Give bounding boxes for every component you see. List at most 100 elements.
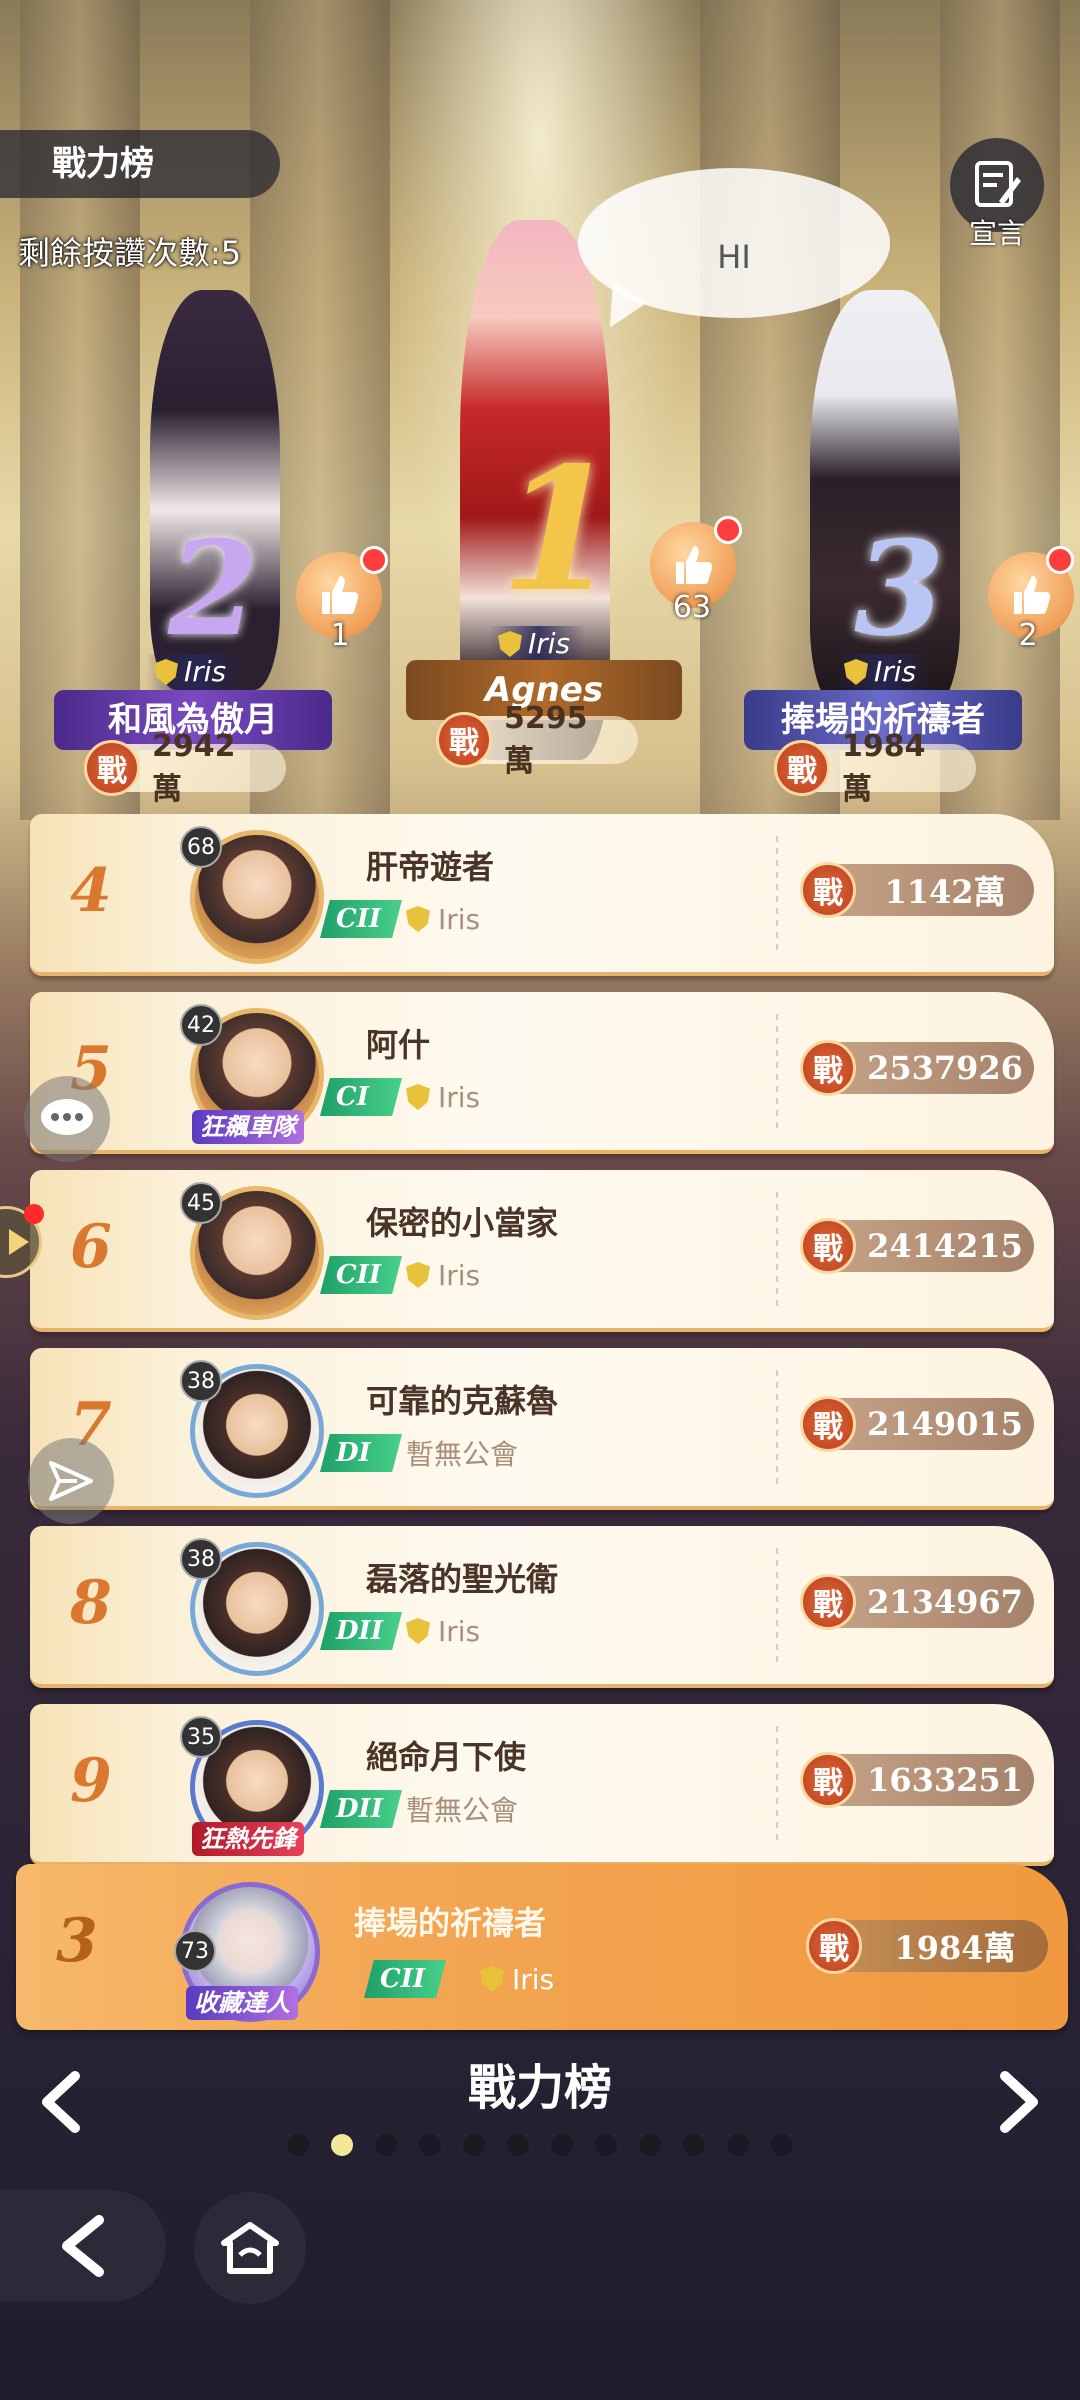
row-rank: 4 [70, 856, 112, 926]
power-icon: 戰 [800, 1574, 856, 1630]
leaderboard-title: 戰力榜 [467, 2060, 612, 2116]
chat-button[interactable] [24, 1076, 110, 1162]
power-value: 2537926 [867, 1049, 1023, 1087]
ranking-row[interactable]: 5 42 狂飆車隊 阿什 CI Iris 戰 2537926 [30, 992, 1054, 1154]
player-level: 68 [180, 826, 222, 868]
power-value: 1984萬 [842, 728, 926, 807]
play-arrow-icon [9, 1229, 29, 1255]
guild-name: 暫無公會 [406, 1794, 519, 1827]
power-icon: 戰 [774, 740, 830, 796]
power-icon: 戰 [436, 712, 492, 768]
page-dot[interactable] [507, 2134, 529, 2156]
guild-info: Iris [480, 1960, 554, 1998]
page-dot[interactable] [375, 2134, 397, 2156]
player-level: 38 [180, 1538, 222, 1580]
player-name: 捧場的祈禱者 [354, 1904, 547, 1942]
likes-remaining: 剩餘按讚次數:5 [18, 234, 242, 272]
guild-info: Iris [406, 1256, 480, 1294]
ranking-row[interactable]: 8 38 磊落的聖光衛 DII Iris 戰 2134967 [30, 1526, 1054, 1688]
home-button[interactable] [194, 2192, 306, 2304]
next-leaderboard-button[interactable] [990, 2070, 1050, 2133]
power-display: 戰 2537926 [800, 1040, 1034, 1096]
guild-info: Iris [406, 900, 480, 938]
power-value: 2414215 [867, 1227, 1023, 1265]
power-value: 1142萬 [884, 873, 1006, 911]
power-display: 戰 2134967 [800, 1574, 1034, 1630]
like-count: 1 [330, 618, 350, 653]
page-dot[interactable] [727, 2134, 749, 2156]
grade-badge: DI [320, 1434, 402, 1472]
grade-badge: CII [320, 1256, 402, 1294]
ranking-row[interactable]: 7 38 可靠的克蘇魯 DI 暫無公會 戰 2149015 [30, 1348, 1054, 1510]
podium-rank-number: 1 [500, 430, 619, 630]
power-icon: 戰 [800, 1752, 856, 1808]
title-badge: 狂熱先鋒 [192, 1822, 304, 1856]
grade-badge: CI [320, 1078, 402, 1116]
row-rank: 9 [70, 1746, 112, 1816]
player-name: 保密的小當家 [366, 1204, 559, 1242]
page-dot[interactable] [771, 2134, 793, 2156]
thumbs-up-icon [676, 546, 713, 584]
back-button[interactable] [0, 2190, 166, 2302]
page-dot[interactable] [463, 2134, 485, 2156]
speech-bubble-text: HI [717, 238, 751, 276]
grade-badge: CII [320, 900, 402, 938]
power-icon: 戰 [800, 862, 856, 918]
chat-bubble-icon [41, 1099, 93, 1135]
send-icon [49, 1461, 93, 1501]
divider [776, 1192, 778, 1310]
power-value: 2149015 [867, 1405, 1023, 1443]
share-button[interactable] [28, 1438, 114, 1524]
player-level: 35 [180, 1716, 222, 1758]
guild-name: Iris [512, 1962, 555, 1996]
power-icon: 戰 [806, 1918, 862, 1974]
page-dot[interactable] [595, 2134, 617, 2156]
page-dot[interactable] [287, 2134, 309, 2156]
power-display: 戰 2149015 [800, 1396, 1034, 1452]
power-value: 2942萬 [152, 728, 236, 807]
guild-tag: Iris [836, 654, 933, 690]
like-count: 63 [672, 590, 712, 625]
player-level: 38 [180, 1360, 222, 1402]
power-display: 戰 1142萬 [800, 862, 1034, 918]
player-level: 73 [174, 1930, 216, 1972]
ranking-row[interactable]: 4 68 肝帝遊者 CII Iris 戰 1142萬 [30, 814, 1054, 976]
power-value: 1984萬 [894, 1929, 1016, 1967]
page-dot[interactable] [683, 2134, 705, 2156]
declare-label: 宣言 [968, 217, 1025, 250]
guild-info: Iris [406, 1612, 480, 1650]
my-ranking-row[interactable]: 3 73 收藏達人 捧場的祈禱者 CII Iris 戰 1984萬 [16, 1864, 1068, 2030]
player-name: 絕命月下使 [366, 1738, 527, 1776]
divider [776, 836, 778, 954]
thumbs-up-icon [322, 576, 359, 614]
podium-power: 戰 1984萬 [774, 729, 976, 807]
divider [776, 1014, 778, 1132]
guild-name: Iris [438, 1258, 481, 1292]
page-title: 戰力榜 [0, 130, 280, 198]
ranking-row[interactable]: 6 45 保密的小當家 CII Iris 戰 2414215 [30, 1170, 1054, 1332]
row-rank: 8 [70, 1568, 112, 1638]
page-dot[interactable] [419, 2134, 441, 2156]
home-icon [221, 2222, 279, 2274]
player-name: 可靠的克蘇魯 [366, 1382, 559, 1420]
guild-shield-icon [406, 1084, 430, 1110]
guild-tag: Iris [490, 626, 587, 662]
power-display: 戰 1633251 [800, 1752, 1034, 1808]
podium-power: 戰 5295萬 [436, 701, 638, 779]
page-dot[interactable] [551, 2134, 573, 2156]
power-icon: 戰 [800, 1218, 856, 1274]
notification-dot [360, 546, 388, 574]
player-level: 45 [180, 1182, 222, 1224]
ranking-row[interactable]: 9 35 狂熱先鋒 絕命月下使 DII 暫無公會 戰 1633251 [30, 1704, 1054, 1866]
page-indicator [0, 2134, 1080, 2156]
power-display: 戰 1984萬 [806, 1918, 1048, 1974]
title-badge: 狂飆車隊 [192, 1110, 304, 1144]
divider [776, 1548, 778, 1666]
page-dot-active[interactable] [331, 2134, 353, 2156]
guild-shield-icon [498, 631, 522, 657]
page-dot[interactable] [639, 2134, 661, 2156]
guild-name: Iris [438, 902, 481, 936]
player-name: 肝帝遊者 [366, 848, 495, 886]
grade-badge: DII [320, 1612, 402, 1650]
thumbs-up-icon [1014, 576, 1051, 614]
